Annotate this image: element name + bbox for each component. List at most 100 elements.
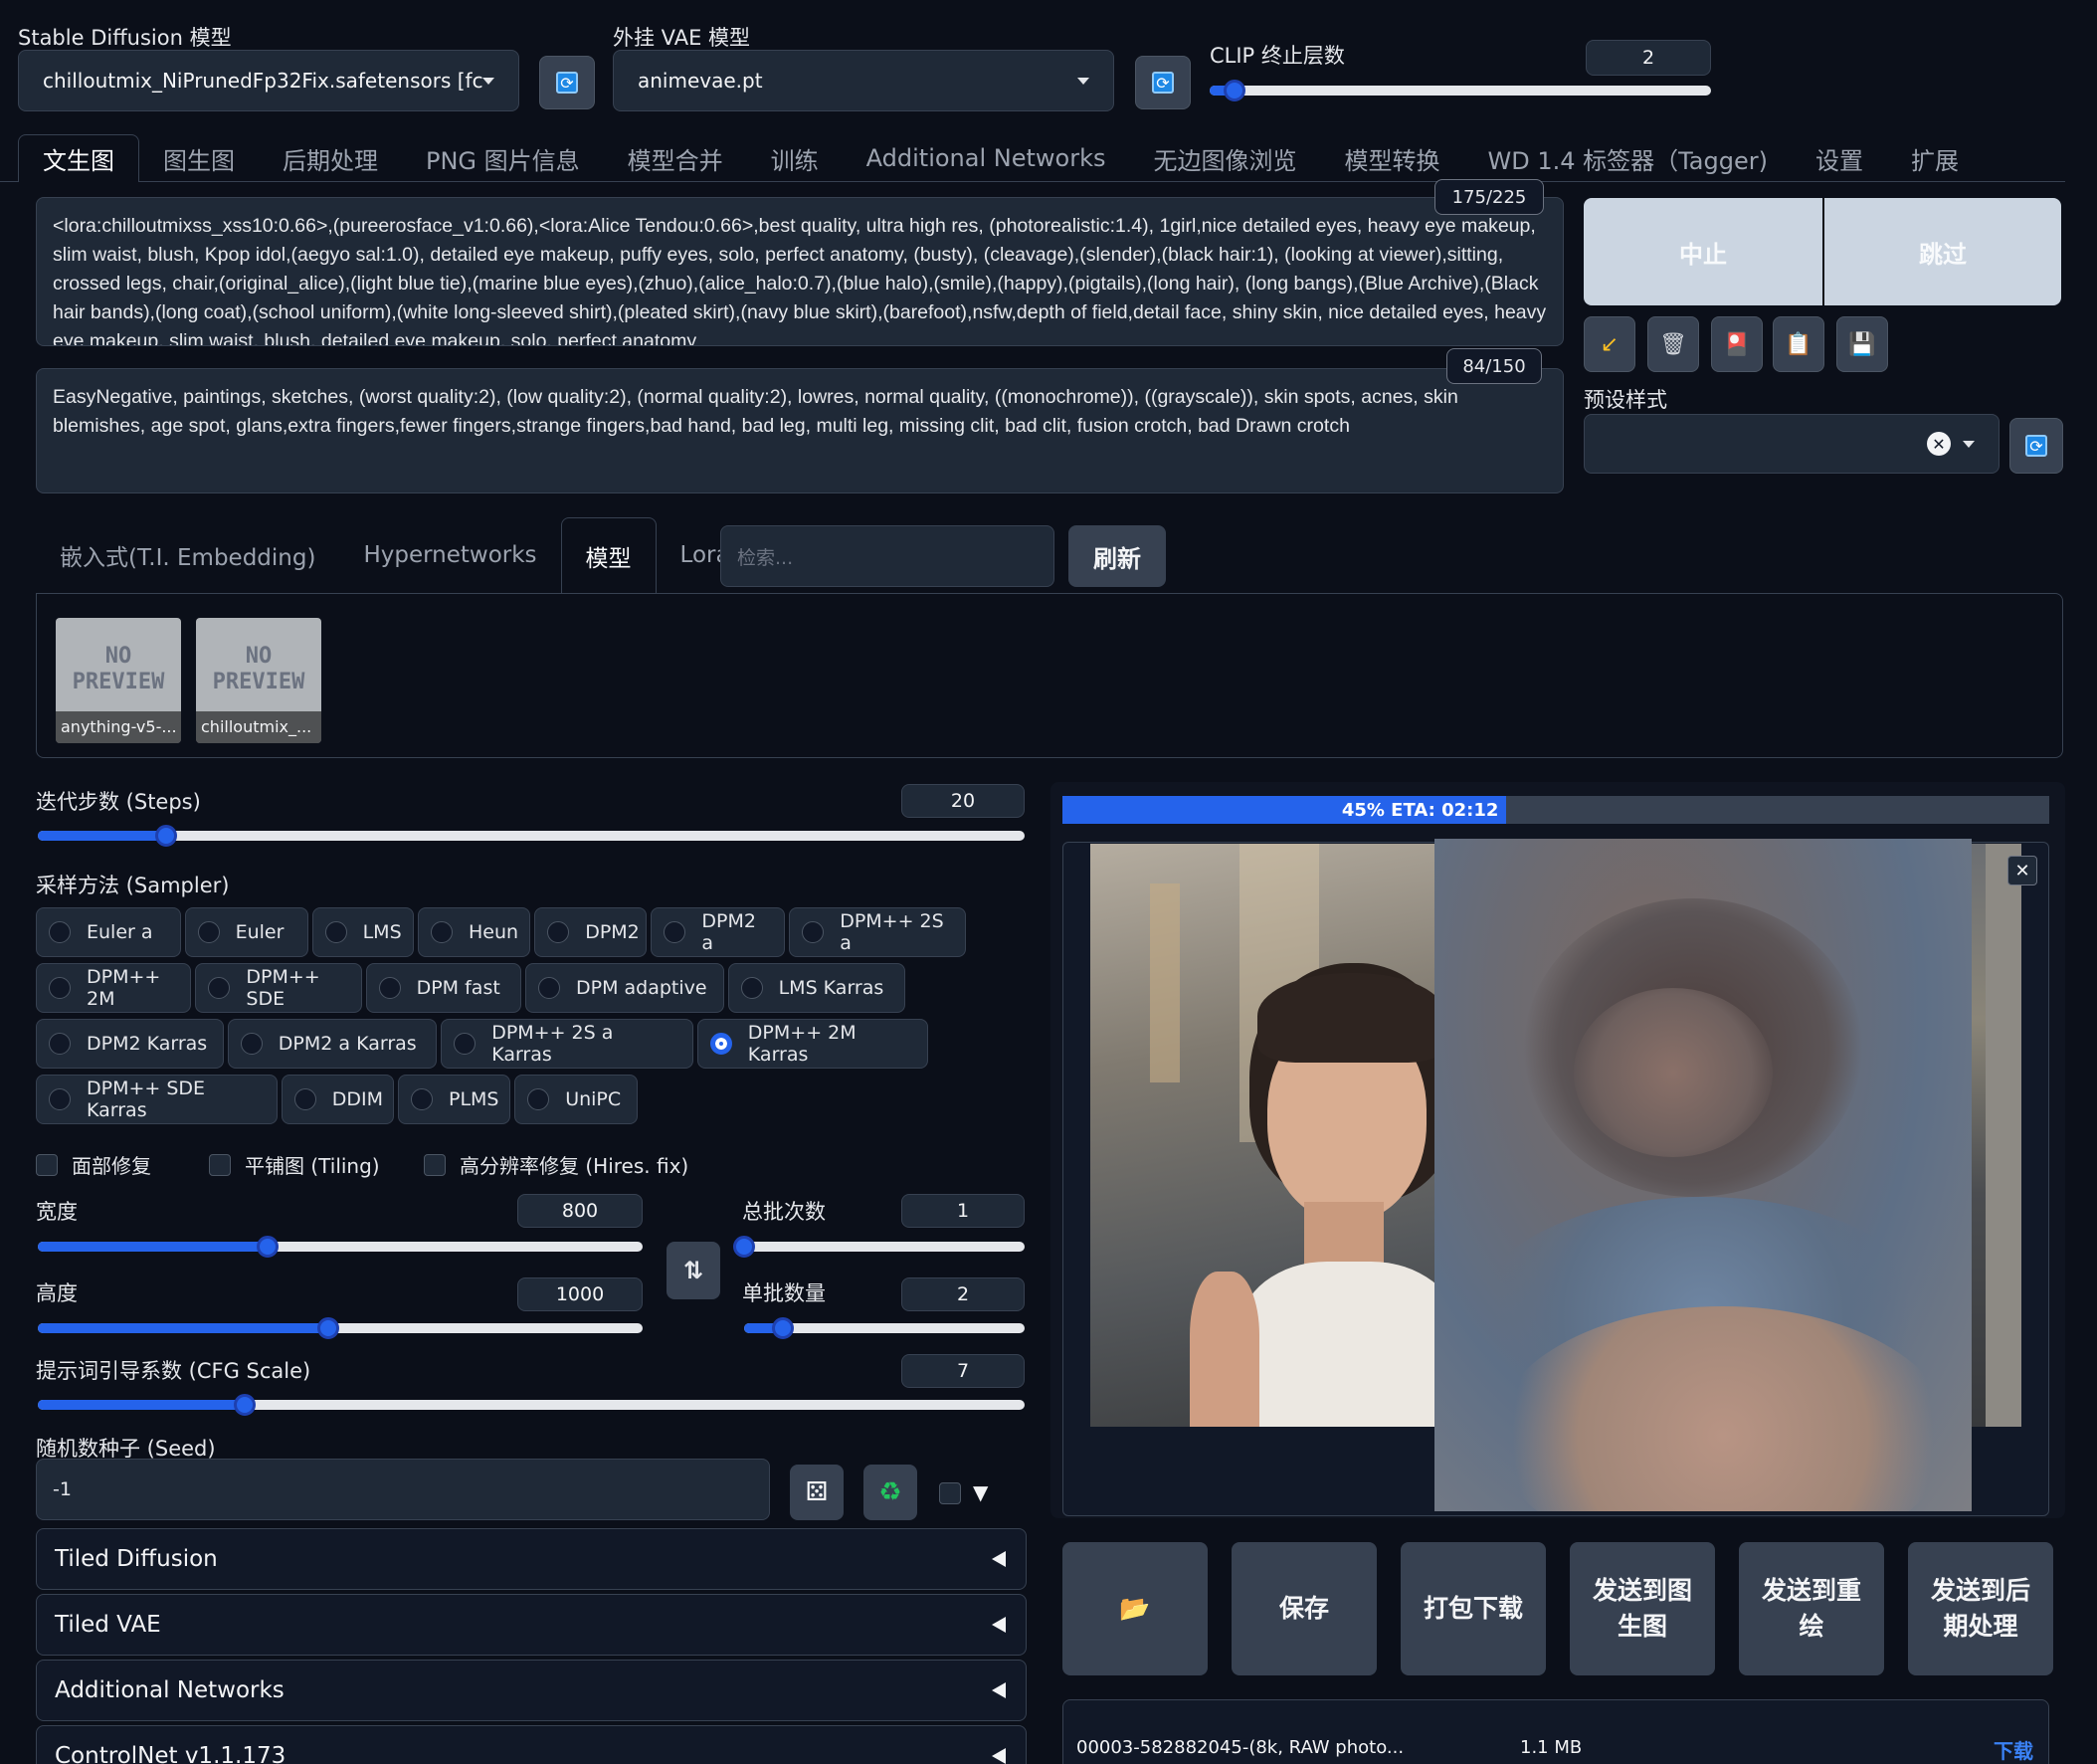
steps-input[interactable]: 20 [901, 784, 1025, 818]
radio-button[interactable] [378, 977, 401, 999]
sampler-option[interactable]: UniPC [514, 1075, 639, 1124]
height-slider-thumb[interactable] [316, 1317, 339, 1339]
radio-button[interactable] [527, 1088, 550, 1110]
radio-button[interactable] [538, 977, 560, 999]
main-tab[interactable]: WD 1.4 标签器（Tagger) [1463, 134, 1792, 182]
radio-button[interactable] [49, 1033, 71, 1055]
sampler-option[interactable]: DPM++ 2M Karras [696, 1019, 928, 1069]
close-icon[interactable]: ✕ [2007, 856, 2037, 885]
read-params-icon[interactable]: ↙ [1584, 316, 1635, 372]
batch-count-input[interactable]: 1 [901, 1194, 1025, 1228]
extra-networks-icon[interactable]: 🎴 [1711, 316, 1763, 372]
model-card[interactable]: NO PREVIEW anything-v5-... [56, 618, 181, 743]
batch-count-slider[interactable] [733, 1236, 1025, 1258]
tiling-checkbox[interactable]: 平铺图 (Tiling) [209, 1150, 380, 1179]
sampler-option[interactable]: DPM adaptive [525, 963, 724, 1013]
batch-size-slider-thumb[interactable] [772, 1317, 795, 1339]
batch-count-slider-thumb[interactable] [733, 1236, 755, 1258]
radio-button[interactable] [547, 921, 570, 943]
styles-refresh-button[interactable]: ⟳ [2009, 418, 2063, 474]
cfg-slider-thumb[interactable] [234, 1394, 257, 1416]
sd-model-refresh-button[interactable]: ⟳ [539, 56, 595, 109]
main-tab[interactable]: 模型合并 [604, 134, 747, 182]
batch-size-input[interactable]: 2 [901, 1277, 1025, 1311]
radio-button[interactable] [208, 977, 231, 999]
output-action-button[interactable]: 发送到后期处理 [1908, 1542, 2053, 1675]
steps-slider-thumb[interactable] [154, 825, 177, 847]
dice-icon[interactable]: ⚄ [790, 1465, 844, 1520]
radio-button[interactable] [49, 921, 71, 943]
radio-button[interactable] [49, 977, 71, 999]
radio-button[interactable] [49, 1088, 71, 1110]
radio-button[interactable] [709, 1033, 732, 1055]
swap-icon[interactable]: ⇅ [667, 1242, 720, 1299]
width-slider[interactable] [38, 1236, 643, 1258]
batch-size-slider[interactable] [744, 1317, 1025, 1339]
interrupt-button[interactable]: 中止 [1584, 198, 1822, 305]
recycle-icon[interactable]: ♻ [863, 1465, 917, 1520]
radio-button[interactable] [197, 921, 220, 943]
folder-icon[interactable]: 📂 [1062, 1542, 1208, 1675]
extra-network-tab[interactable]: 嵌入式(T.I. Embedding) [36, 517, 339, 593]
output-action-button[interactable]: 发送到重绘 [1739, 1542, 1884, 1675]
sampler-option[interactable]: DDIM [281, 1075, 394, 1124]
accordion-header[interactable]: Tiled Diffusion [36, 1528, 1027, 1590]
clip-slider-thumb[interactable] [1224, 80, 1246, 101]
sampler-option[interactable]: DPM fast [365, 963, 521, 1013]
radio-button[interactable] [293, 1088, 316, 1110]
cfg-input[interactable]: 7 [901, 1354, 1025, 1388]
clear-icon[interactable]: ✕ [1927, 432, 1951, 456]
main-tab[interactable]: 训练 [747, 134, 843, 182]
accordion-header[interactable]: Tiled VAE [36, 1594, 1027, 1656]
positive-prompt-textarea[interactable]: <lora:chilloutmixss_xss10:0.66>,(pureero… [36, 197, 1564, 346]
radio-button[interactable] [324, 921, 347, 943]
vae-refresh-button[interactable]: ⟳ [1135, 56, 1191, 109]
sampler-option[interactable]: DPM++ 2S a [789, 907, 967, 957]
seed-input[interactable]: -1 [36, 1459, 770, 1520]
styles-dropdown[interactable]: ✕ [1584, 414, 2000, 474]
model-card[interactable]: NO PREVIEW chilloutmix_... [196, 618, 321, 743]
radio-button[interactable] [740, 977, 763, 999]
negative-prompt-textarea[interactable]: EasyNegative, paintings, sketches, (wors… [36, 368, 1564, 493]
sampler-option[interactable]: DPM2 [534, 907, 648, 957]
sampler-option[interactable]: DPM++ 2S a Karras [441, 1019, 693, 1069]
radio-button[interactable] [454, 1033, 477, 1055]
save-style-icon[interactable]: 💾 [1836, 316, 1888, 372]
cfg-slider[interactable] [38, 1394, 1025, 1416]
main-tab[interactable]: 设置 [1792, 134, 1887, 182]
steps-slider[interactable] [38, 825, 1025, 847]
skip-button[interactable]: 跳过 [1824, 198, 2061, 305]
checkbox-box[interactable] [36, 1153, 58, 1176]
height-input[interactable]: 1000 [517, 1277, 643, 1311]
sd-model-dropdown[interactable]: chilloutmix_NiPrunedFp32Fix.safetensors … [18, 50, 519, 111]
output-action-button[interactable]: 发送到图生图 [1570, 1542, 1715, 1675]
sampler-option[interactable]: Euler [184, 907, 308, 957]
hires-fix-checkbox[interactable]: 高分辨率修复 (Hires. fix) [424, 1150, 688, 1179]
sampler-option[interactable]: Euler a [36, 907, 181, 957]
clip-value-input[interactable]: 2 [1586, 40, 1711, 76]
radio-button[interactable] [802, 921, 825, 943]
sampler-option[interactable]: DPM2 Karras [36, 1019, 224, 1069]
sampler-option[interactable]: DPM++ 2M [36, 963, 192, 1013]
checkbox-box[interactable] [209, 1153, 231, 1176]
main-tab[interactable]: 后期处理 [259, 134, 402, 182]
checkbox-box[interactable] [424, 1153, 446, 1176]
extra-seed-toggle-icon[interactable]: ▼ [973, 1480, 988, 1504]
sampler-option[interactable]: Heun [418, 907, 531, 957]
height-slider[interactable] [38, 1317, 643, 1339]
radio-button[interactable] [240, 1033, 263, 1055]
width-input[interactable]: 800 [517, 1194, 643, 1228]
clipboard-icon[interactable]: 📋 [1773, 316, 1824, 372]
extra-network-tab[interactable]: 模型 [560, 517, 657, 593]
output-action-button[interactable]: 打包下载 [1401, 1542, 1546, 1675]
main-tab[interactable]: 图生图 [139, 134, 259, 182]
extra-seed-checkbox[interactable] [939, 1482, 961, 1504]
sampler-option[interactable]: PLMS [398, 1075, 511, 1124]
main-tab[interactable]: PNG 图片信息 [402, 134, 604, 182]
width-slider-thumb[interactable] [257, 1236, 280, 1258]
sampler-option[interactable]: LMS Karras [727, 963, 905, 1013]
face-restore-checkbox[interactable]: 面部修复 [36, 1150, 151, 1179]
sampler-option[interactable]: DPM2 a Karras [227, 1019, 438, 1069]
sampler-option[interactable]: LMS [311, 907, 414, 957]
main-tab[interactable]: Additional Networks [843, 134, 1130, 182]
